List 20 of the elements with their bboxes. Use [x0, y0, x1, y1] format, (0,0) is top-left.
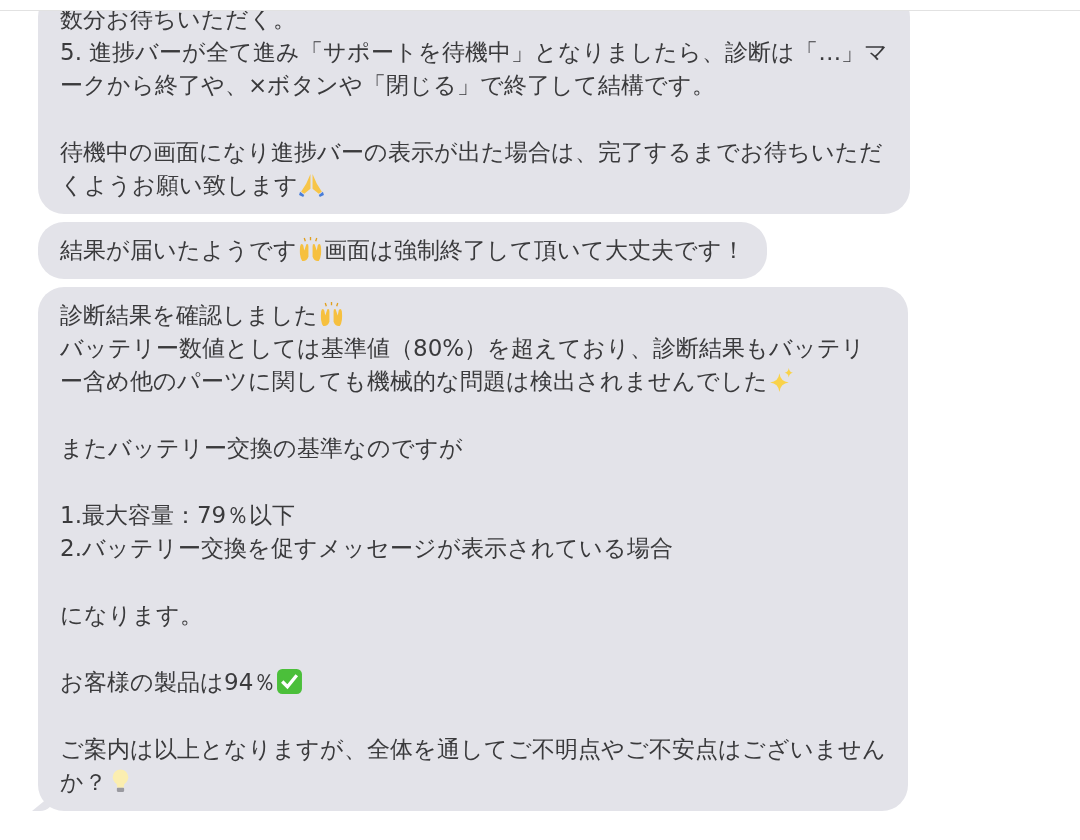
- message-text: 5. 進捗バーが全て進み「サポートを待機中」となりましたら、診断は「…」マ: [60, 39, 889, 65]
- message-text: 診断結果を確認しました: [60, 302, 318, 328]
- message-text: ークから終了や、×ボタンや「閉じる」で終了して結構です。: [60, 72, 716, 98]
- message-text: か？: [60, 769, 107, 795]
- sparkles-icon: [768, 367, 795, 394]
- message-text: 待機中の画面になり進捗バーの表示が出た場合は、完了するまでお待ちいただ: [60, 139, 883, 165]
- check-mark-icon: [276, 668, 304, 695]
- raised-hands-icon: [297, 236, 324, 263]
- message-text: お客様の製品は94％: [60, 669, 277, 695]
- message-text: またバッテリー交換の基準なのですが: [60, 435, 463, 461]
- message-text: バッテリー数値としては基準値（80%）を超えており、診断結果もバッテリ: [60, 335, 866, 361]
- message-text: 2.バッテリー交換を促すメッセージが表示されている場合: [60, 535, 673, 561]
- raised-hands-icon: [318, 301, 345, 328]
- message-text: ご案内は以上となりますが、全体を通してご不明点やご不安点はございません: [60, 736, 886, 762]
- message-text: 画面は強制終了して頂いて大丈夫です！: [324, 237, 745, 263]
- message-text: くようお願い致します: [60, 172, 298, 198]
- message-text: 結果が届いたようです: [60, 237, 297, 263]
- message-text: ー含め他のパーツに関しても機械的な問題は検出されませんでした: [60, 368, 768, 394]
- message-text: 1.最大容量：79％以下: [60, 502, 296, 528]
- message-text: になります。: [60, 602, 203, 628]
